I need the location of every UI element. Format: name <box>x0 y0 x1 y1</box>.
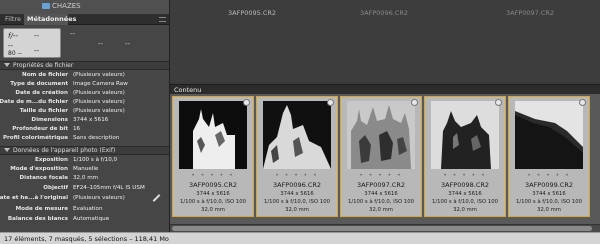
thumbnail-card[interactable]: • • • • • 3AFP0096.CR2 3744 x 5616 1/100… <box>256 96 338 217</box>
exif-summary-box: f/-- -- -- 80 -- -- <box>3 28 61 58</box>
card-focal: 32,0 mm <box>369 207 393 213</box>
thumbnail-card[interactable]: • • • • • 3AFP0099.CR2 3744 x 5616 1/100… <box>508 96 590 217</box>
photo-thumbnail <box>179 101 247 169</box>
prop-row: Objectif EF24–105mm f/4L IS USM <box>43 185 145 191</box>
card-filename: 3AFP0099.CR2 <box>524 181 574 189</box>
file-properties-header[interactable]: Propriétés de fichier <box>0 61 169 70</box>
prop-row: Type de document Image Camera Raw <box>10 81 128 87</box>
selection-badge-icon[interactable] <box>327 99 334 106</box>
content-panel-header: Contenu <box>170 84 600 94</box>
card-filename: 3AFP0098.CR2 <box>440 181 490 189</box>
card-filename: 3AFP0097.CR2 <box>356 181 406 189</box>
card-focal: 32,0 mm <box>285 207 309 213</box>
photo-thumbnail <box>263 101 331 169</box>
bridge-window: CHAZES Filtre Métadonnées f/-- -- -- 80 … <box>0 0 600 244</box>
card-focal: 32,0 mm <box>537 207 561 213</box>
preview-label: 3AFP0095.CR2 <box>228 9 277 17</box>
selection-badge-icon[interactable] <box>411 99 418 106</box>
rating-dots[interactable]: • • • • • <box>341 172 421 179</box>
scrollbar-thumb[interactable] <box>172 226 592 231</box>
selection-badge-icon[interactable] <box>579 99 586 106</box>
card-dimensions: 3744 x 5616 <box>532 191 566 197</box>
selection-badge-icon[interactable] <box>243 99 250 106</box>
shutter-value: -- <box>34 32 40 40</box>
card-filename: 3AFP0096.CR2 <box>272 181 322 189</box>
thumbnail-card[interactable]: • • • • • 3AFP0095.CR2 3744 x 5616 1/100… <box>172 96 254 217</box>
prop-row: Nom de fichier (Plusieurs valeurs) <box>22 72 125 78</box>
exposure-value: -- <box>8 42 14 50</box>
preview-label: 3AFP0097.CR2 <box>506 9 555 17</box>
card-focal: 32,0 mm <box>453 207 477 213</box>
card-exposure: 1/100 s à f/10,0, ISO 100 <box>515 199 583 205</box>
photo-thumbnail <box>347 101 415 169</box>
card-dimensions: 3744 x 5616 <box>448 191 482 197</box>
rating-dots[interactable]: • • • • • <box>425 172 505 179</box>
prop-row: Mode de mesure Evaluation <box>15 206 103 212</box>
tab-filter[interactable]: Filtre <box>2 14 23 25</box>
iso-value: -- <box>34 47 40 55</box>
card-exposure: 1/100 s à f/10,0, ISO 100 <box>263 199 331 205</box>
content-title: Contenu <box>174 86 202 94</box>
rating-dots[interactable]: • • • • • <box>173 172 253 179</box>
preview-strip: 3AFP0095.CR2 3AFP0096.CR2 3AFP0097.CR2 <box>170 0 600 82</box>
folder-icon <box>42 3 50 9</box>
exif-dash: -- <box>70 30 76 38</box>
prop-row: Date de création (Plusieurs valeurs) <box>15 90 125 96</box>
card-dimensions: 3744 x 5616 <box>196 191 230 197</box>
card-focal: 32,0 mm <box>201 207 225 213</box>
card-filename: 3AFP0095.CR2 <box>188 181 238 189</box>
tab-metadata[interactable]: Métadonnées <box>24 14 76 25</box>
prop-row: Exposition 1/100 s à f/10,0 <box>35 157 118 163</box>
rating-dots[interactable]: • • • • • <box>257 172 337 179</box>
aperture-value: f/-- <box>8 32 18 40</box>
disclosure-triangle-icon <box>4 63 10 67</box>
panel-tabbar: Filtre Métadonnées <box>0 14 169 25</box>
photo-thumbnail <box>515 101 583 169</box>
status-bar: 17 éléments, 7 masqués, 5 sélections – 1… <box>0 232 600 244</box>
prop-row: Date et he...à l'original (Plusieurs vale… <box>0 195 125 201</box>
card-dimensions: 3744 x 5616 <box>280 191 314 197</box>
prop-row: Dimensions 3744 x 5616 <box>31 117 109 123</box>
prop-row: Distance focale 32,0 mm <box>19 175 99 181</box>
prop-row: Taille du fichier (Plusieurs valeurs) <box>19 108 125 114</box>
disclosure-triangle-icon <box>4 148 10 152</box>
thumbnail-card[interactable]: • • • • • 3AFP0098.CR2 3744 x 5616 1/100… <box>424 96 506 217</box>
exif-dash: -- <box>125 40 131 48</box>
thumbnail-card[interactable]: • • • • • 3AFP0097.CR2 3744 x 5616 1/100… <box>340 96 422 217</box>
preview-label: 3AFP0096.CR2 <box>360 9 409 17</box>
exif-dash: -- <box>98 40 104 48</box>
camera-data-header[interactable]: Données de l'appareil photo (Exif) <box>0 146 169 155</box>
selection-badge-icon[interactable] <box>495 99 502 106</box>
prop-row: Profil colorimétrique Sans description <box>2 135 120 141</box>
wb-value: 80 -- <box>8 50 22 57</box>
card-exposure: 1/100 s à f/10,0, ISO 100 <box>179 199 247 205</box>
photo-thumbnail <box>431 101 499 169</box>
panel-menu-icon[interactable] <box>159 17 166 22</box>
rating-dots[interactable]: • • • • • <box>509 172 589 179</box>
content-grid: • • • • • 3AFP0095.CR2 3744 x 5616 1/100… <box>170 94 600 232</box>
status-text: 17 éléments, 7 masqués, 5 sélections – 1… <box>4 235 169 243</box>
card-dimensions: 3744 x 5616 <box>364 191 398 197</box>
card-exposure: 1/100 s à f/10,0, ISO 100 <box>431 199 499 205</box>
prop-row: Date de m...du fichier (Plusieurs valeurs… <box>0 99 125 105</box>
folder-name: CHAZES <box>52 2 81 10</box>
folder-row[interactable]: CHAZES <box>0 0 169 14</box>
card-exposure: 1/100 s à f/10,0, ISO 100 <box>347 199 415 205</box>
prop-row: Balance des blancs Automatique <box>7 216 110 222</box>
prop-row: Mode d'exposition Manuelle <box>10 166 99 172</box>
prop-row: Profondeur de bit 16 <box>12 126 81 132</box>
metadata-panel: CHAZES Filtre Métadonnées f/-- -- -- 80 … <box>0 0 170 232</box>
content-scrollbar[interactable] <box>170 224 600 232</box>
